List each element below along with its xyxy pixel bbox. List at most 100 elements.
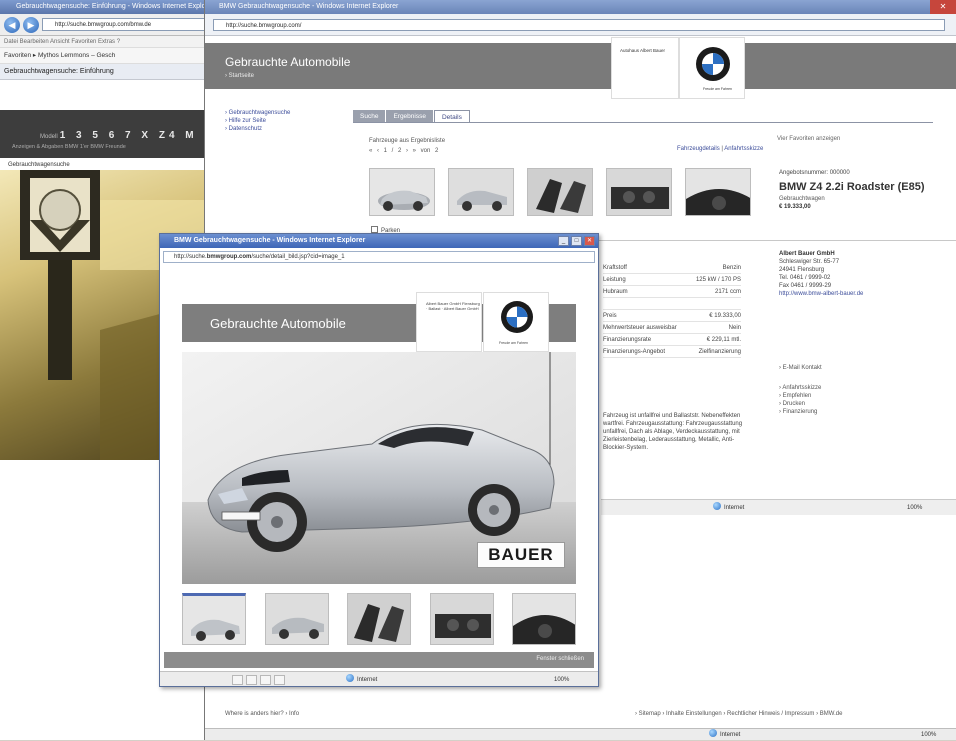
popup-address-bar[interactable]: http://suche.bmwgroup.com/suche/detail_b… — [163, 251, 595, 263]
maximize-icon[interactable]: □ — [571, 236, 582, 246]
dealer-logo: Autohaus Albert Bauer — [611, 37, 679, 99]
logo-caption: Freude am Fahren — [703, 87, 732, 91]
dealer-website-link[interactable]: http://www.bmw-albert-bauer.de — [779, 290, 955, 298]
background-address-bar[interactable]: http://suche.bmwgroup.com/bmw.de — [42, 18, 211, 31]
car-name: BMW Z4 2.2i Roadster (E85) — [779, 181, 925, 193]
popup-footer-band — [164, 652, 594, 668]
internet-zone-icon — [709, 729, 717, 737]
page-title: Gebrauchte Automobile — [225, 55, 351, 69]
thumbnail-seats[interactable] — [527, 168, 593, 216]
popup-status-zone: Internet — [346, 672, 377, 686]
checkbox-icon[interactable] — [371, 226, 378, 233]
forward-icon[interactable]: ▶ — [23, 16, 39, 33]
background-browser-tab[interactable]: Gebrauchtwagensuche: Einführung — [0, 64, 211, 80]
nav-item-privacy[interactable]: › Datenschutz — [225, 125, 290, 133]
thumbnail-strip — [369, 168, 751, 216]
popup-zoom-level[interactable]: 100% — [554, 672, 569, 686]
used-car-search-label: Gebrauchtwagensuche — [8, 162, 70, 168]
close-window-link[interactable]: Fenster schließen — [536, 656, 584, 662]
minimize-icon[interactable]: _ — [558, 236, 569, 246]
footer-links[interactable]: › Sitemap › Inhalte Einstellungen › Rech… — [635, 711, 842, 717]
status-segment — [232, 675, 243, 685]
breadcrumb[interactable]: › Startseite — [225, 73, 254, 79]
inner-status-zone: Internet — [713, 500, 744, 516]
popup-thumbnail-rear[interactable] — [264, 593, 329, 645]
dealer-phone: Tel. 0461 / 9999-02 — [779, 275, 831, 281]
pagination[interactable]: « ‹ 1 / 2 › » von 2 — [369, 148, 438, 154]
popup-thumbnail-strip — [182, 593, 576, 645]
spec-row: Kraftstoff Benzin — [603, 262, 741, 274]
dealer-plate: BAUER — [477, 542, 565, 568]
vehicle-description: Fahrzeug ist unfallfrei und Ballaststr. … — [603, 413, 743, 451]
left-navigation: › Gebrauchtwagensuche › Hilfe zur Seite … — [225, 109, 290, 133]
tab-divider — [353, 122, 933, 123]
dealer-contact: Albert Bauer GmbH Schleswiger Str. 65-77… — [779, 250, 955, 298]
car-condition: Gebrauchtwagen — [779, 196, 825, 202]
image-popup-window: BMW Gebrauchtwagensuche - Windows Intern… — [159, 233, 599, 687]
close-icon[interactable]: ✕ — [584, 236, 595, 246]
popup-thumbnail-front[interactable] — [182, 593, 246, 645]
car-price: € 19.333,00 — [779, 204, 811, 210]
directions-action-link[interactable]: › Anfahrtsskizze — [779, 384, 822, 392]
nav-item-search[interactable]: › Gebrauchtwagensuche — [225, 109, 290, 117]
main-status-bar: Internet 100% — [205, 728, 956, 740]
background-favorites-bar[interactable]: Favoriten ▸ Mythos Lemmons – Gesch — [0, 48, 211, 64]
main-address-bar[interactable]: http://suche.bmwgroup.com/ — [213, 19, 945, 31]
favorites-link[interactable]: Vier Favoriten anzeigen — [777, 136, 840, 142]
main-status-zone: Internet — [709, 729, 740, 741]
spec-row: Finanzierungsrate € 229,11 mtl. — [603, 334, 741, 346]
main-window-title: BMW Gebrauchtwagensuche - Windows Intern… — [205, 0, 956, 14]
print-link[interactable]: › Drucken — [779, 400, 822, 408]
popup-thumbnail-cockpit[interactable] — [512, 593, 576, 645]
spec-row: Finanzierungs-Angebot Zielfinanzierung — [603, 346, 741, 358]
dealer-city: 24941 Flensburg — [779, 267, 825, 273]
dealer-fax: Fax 0461 / 9999-29 — [779, 283, 832, 289]
main-zoom-level[interactable]: 100% — [921, 729, 936, 741]
thumbnail-dashboard[interactable] — [606, 168, 672, 216]
popup-dealer-logo: Albert Bauer GmbH Flensburg · Ballast · … — [416, 292, 482, 352]
thumbnail-front[interactable] — [369, 168, 435, 216]
zoom-level[interactable]: 100% — [907, 500, 922, 516]
spec-row: Preis € 19.333,00 — [603, 310, 741, 322]
popup-logo-caption: Freude am Fahren — [499, 341, 528, 345]
dealer-name: Albert Bauer GmbH — [779, 251, 835, 257]
background-window-title: Gebrauchtwagensuche: Einführung - Window… — [0, 0, 211, 14]
spec-row: Hubraum 2171 ccm — [603, 286, 741, 298]
popup-thumbnail-dashboard[interactable] — [429, 593, 494, 645]
directions-link[interactable]: Anfahrtsskizze — [724, 146, 763, 152]
popup-window-controls: _ □ ✕ — [558, 236, 595, 246]
thumbnail-cockpit[interactable] — [685, 168, 751, 216]
status-segment — [246, 675, 257, 685]
view-links: Fahrzeugdetails | Anfahrtsskizze — [677, 146, 764, 152]
email-contact-link[interactable]: › E-Mail Kontakt — [779, 364, 822, 372]
results-label: Fahrzeuge aus Ergebnisliste — [369, 138, 446, 144]
close-icon[interactable]: ✕ — [930, 0, 956, 14]
thumbnail-rear[interactable] — [448, 168, 514, 216]
status-segment — [274, 675, 285, 685]
recommend-link[interactable]: › Empfehlen — [779, 392, 822, 400]
offer-summary: Angebotsnummer: 000000 BMW Z4 2.2i Roads… — [779, 170, 955, 210]
internet-zone-icon — [713, 502, 721, 510]
footer-info-link[interactable]: Where is anders hier? › Info — [225, 711, 299, 717]
spec-row: Mehrwertsteuer ausweisbar Nein — [603, 322, 741, 334]
financing-link[interactable]: › Finanzierung — [779, 408, 822, 416]
model-subnavigation[interactable]: Anzeigen & Abgaben BMW 1'er BMW Freunde — [12, 144, 126, 150]
internet-zone-icon — [346, 674, 354, 682]
nav-item-help[interactable]: › Hilfe zur Seite — [225, 117, 290, 125]
popup-page-title: Gebrauchte Automobile — [210, 316, 346, 331]
back-icon[interactable]: ◀ — [4, 16, 20, 33]
main-address-toolbar: http://suche.bmwgroup.com/ — [205, 14, 956, 36]
background-menu-bar[interactable]: Datei Bearbeiten Ansicht Favoriten Extra… — [0, 36, 211, 48]
page-footer: Where is anders hier? › Info › Sitemap ›… — [225, 711, 955, 717]
model-navigation[interactable]: Modell 1 3 5 6 7 X Z4 M — [40, 130, 198, 141]
spec-row — [603, 298, 741, 310]
spec-row: Leistung 125 kW / 170 PS — [603, 274, 741, 286]
status-segment — [260, 675, 271, 685]
offer-number: Angebotsnummer: 000000 — [779, 170, 850, 176]
background-toolbar: ◀ ▶ http://suche.bmwgroup.com/bmw.de — [0, 14, 211, 36]
vehicle-details-link[interactable]: Fahrzeugdetails — [677, 146, 720, 152]
dealer-street: Schleswiger Str. 65-77 — [779, 259, 840, 265]
popup-title: BMW Gebrauchtwagensuche - Windows Intern… — [160, 234, 598, 248]
popup-thumbnail-seats[interactable] — [347, 593, 411, 645]
spec-table: Kraftstoff Benzin Leistung 125 kW / 170 PS… — [603, 262, 741, 358]
